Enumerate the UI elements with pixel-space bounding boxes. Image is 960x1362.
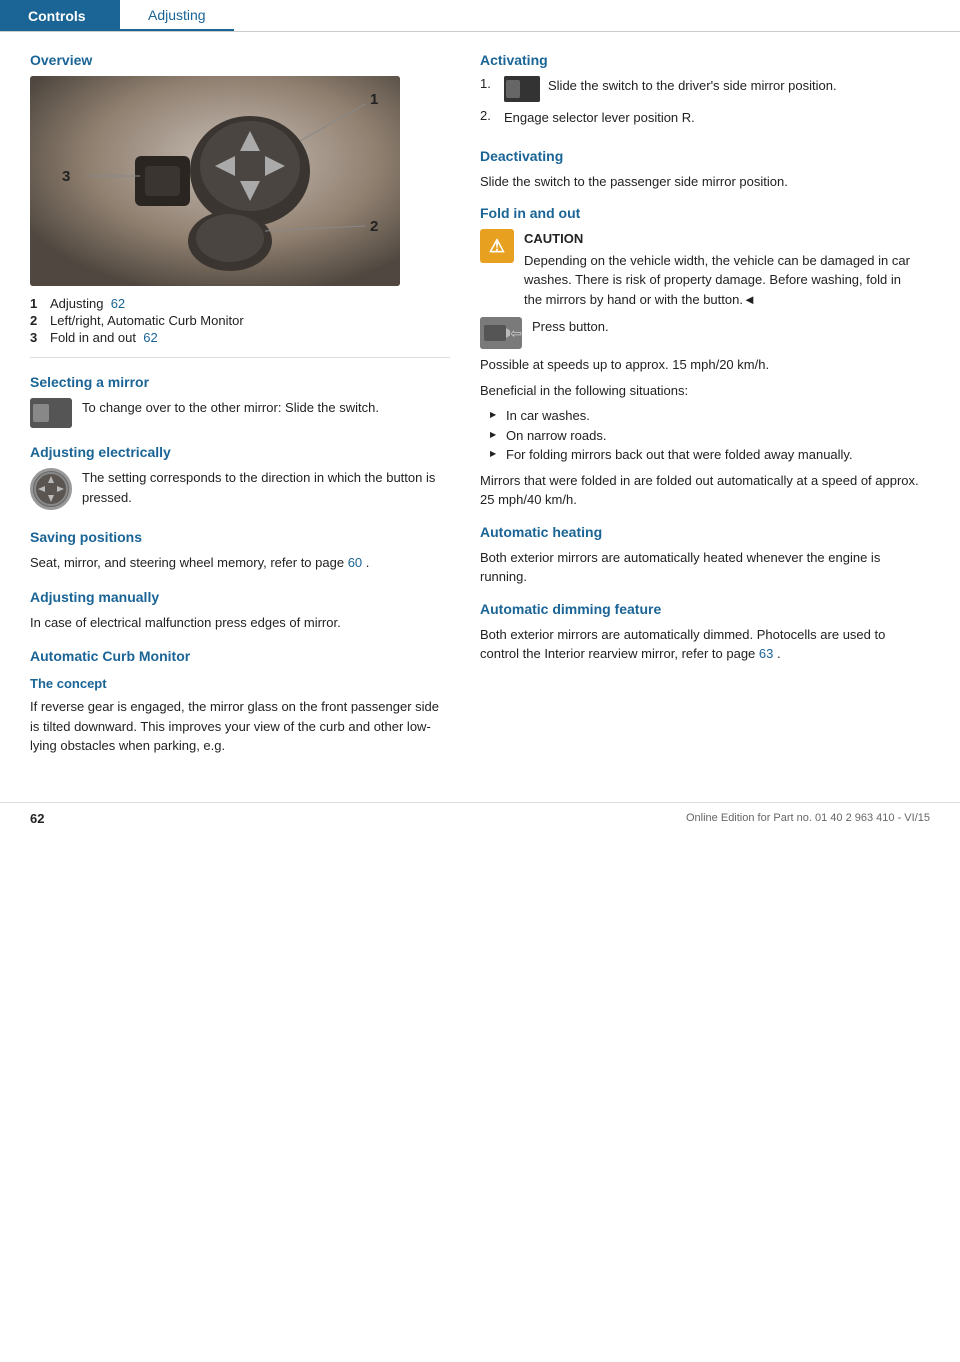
car-controls-photo: 1 2 3: [30, 76, 400, 286]
adjusting-electrically-text: The setting corresponds to the direction…: [82, 468, 450, 507]
divider: [30, 357, 450, 358]
bullet-item: For folding mirrors back out that were f…: [490, 445, 920, 465]
saving-text-1: Seat, mirror, and steering wheel memory,…: [30, 555, 344, 570]
footer-text: Online Edition for Part no. 01 40 2 963 …: [686, 812, 930, 824]
page-number: 62: [30, 811, 44, 826]
selecting-mirror-title: Selecting a mirror: [30, 374, 450, 390]
deactivating-text: Slide the switch to the passenger side m…: [480, 172, 920, 192]
tab-controls[interactable]: Controls: [0, 0, 120, 31]
saving-positions-link[interactable]: 60: [348, 555, 362, 570]
joystick-svg: [33, 471, 69, 507]
item-number: 2: [30, 313, 44, 328]
saving-text-2: .: [366, 555, 370, 570]
selecting-mirror-text: To change over to the other mirror: Slid…: [82, 398, 379, 418]
controls-label: Controls: [28, 8, 86, 24]
caution-box: ⚠ CAUTION Depending on the vehicle width…: [480, 229, 920, 309]
saving-positions-text: Seat, mirror, and steering wheel memory,…: [30, 553, 450, 573]
bullet-item: In car washes.: [490, 406, 920, 426]
automatic-curb-title: Automatic Curb Monitor: [30, 648, 450, 664]
adjusting-manually-text: In case of electrical malfunction press …: [30, 613, 450, 633]
left-column: Overview: [30, 52, 450, 762]
page-footer: 62 Online Edition for Part no. 01 40 2 9…: [0, 802, 960, 834]
step-num-1: 1.: [480, 76, 496, 91]
overview-image: 1 2 3: [30, 76, 400, 286]
automatic-dimming-title: Automatic dimming feature: [480, 601, 920, 617]
step-2: 2. Engage selector lever position R.: [480, 108, 920, 134]
controls-svg: 1 2 3: [30, 76, 400, 286]
the-concept-title: The concept: [30, 676, 450, 691]
list-item: 2 Left/right, Automatic Curb Monitor: [30, 313, 450, 328]
press-button-row: Press button.: [480, 317, 920, 349]
press-button-text: Press button.: [532, 317, 609, 337]
adjusting-electrically-section: The setting corresponds to the direction…: [30, 468, 450, 513]
link-adjusting[interactable]: 62: [111, 296, 125, 311]
dimming-link[interactable]: 63: [759, 646, 773, 661]
overview-list: 1 Adjusting 62 2 Left/right, Automatic C…: [30, 296, 450, 345]
item-number: 3: [30, 330, 44, 345]
possible-speeds-text: Possible at speeds up to approx. 15 mph/…: [480, 355, 920, 375]
the-concept-text: If reverse gear is engaged, the mirror g…: [30, 697, 450, 756]
switch-step-icon: [504, 76, 540, 102]
step-2-text: Engage selector lever position R.: [504, 108, 695, 128]
caution-text-block: CAUTION Depending on the vehicle width, …: [524, 229, 920, 309]
dimming-text-1: Both exterior mirrors are automatically …: [480, 627, 885, 662]
press-button-icon: [480, 317, 522, 349]
fold-btn-svg: [480, 317, 510, 349]
dimming-text-2: .: [777, 646, 781, 661]
item-text: Left/right, Automatic Curb Monitor: [50, 313, 244, 328]
adjusting-label: Adjusting: [148, 7, 206, 23]
mirrors-folded-text: Mirrors that were folded in are folded o…: [480, 471, 920, 510]
item-text: Adjusting 62: [50, 296, 125, 311]
saving-positions-title: Saving positions: [30, 529, 450, 545]
overview-title: Overview: [30, 52, 450, 68]
caution-body: Depending on the vehicle width, the vehi…: [524, 253, 910, 307]
tab-adjusting[interactable]: Adjusting: [120, 0, 234, 31]
caution-icon: ⚠: [480, 229, 514, 263]
mirror-switch-icon: [30, 398, 72, 428]
list-item: 1 Adjusting 62: [30, 296, 450, 311]
adjusting-electrically-title: Adjusting electrically: [30, 444, 450, 460]
beneficial-bullets: In car washes. On narrow roads. For fold…: [490, 406, 920, 465]
svg-text:2: 2: [370, 218, 378, 235]
automatic-heating-text: Both exterior mirrors are automatically …: [480, 548, 920, 587]
link-fold[interactable]: 62: [143, 330, 157, 345]
joystick-icon: [30, 468, 72, 510]
caution-heading: CAUTION: [524, 229, 920, 249]
step-1-text: Slide the switch to the driver's side mi…: [548, 76, 837, 96]
item-text: Fold in and out 62: [50, 330, 158, 345]
step-icon-svg: [504, 76, 540, 102]
svg-text:3: 3: [62, 168, 70, 185]
adjusting-manually-title: Adjusting manually: [30, 589, 450, 605]
right-column: Activating 1. Slide the switch to the dr…: [480, 52, 920, 762]
item-number: 1: [30, 296, 44, 311]
svg-text:1: 1: [370, 91, 378, 108]
bullet-item: On narrow roads.: [490, 426, 920, 446]
fold-in-out-title: Fold in and out: [480, 205, 920, 221]
step-1: 1. Slide the switch to the driver's side…: [480, 76, 920, 102]
automatic-dimming-text: Both exterior mirrors are automatically …: [480, 625, 920, 664]
page-header: Controls Adjusting: [0, 0, 960, 32]
selecting-mirror-section: To change over to the other mirror: Slid…: [30, 398, 450, 428]
switch-icon-svg: [30, 398, 72, 428]
beneficial-text: Beneficial in the following situations:: [480, 381, 920, 401]
deactivating-title: Deactivating: [480, 148, 920, 164]
automatic-heating-title: Automatic heating: [480, 524, 920, 540]
step-num-2: 2.: [480, 108, 496, 123]
activating-title: Activating: [480, 52, 920, 68]
main-content: Overview: [0, 32, 960, 782]
list-item: 3 Fold in and out 62: [30, 330, 450, 345]
